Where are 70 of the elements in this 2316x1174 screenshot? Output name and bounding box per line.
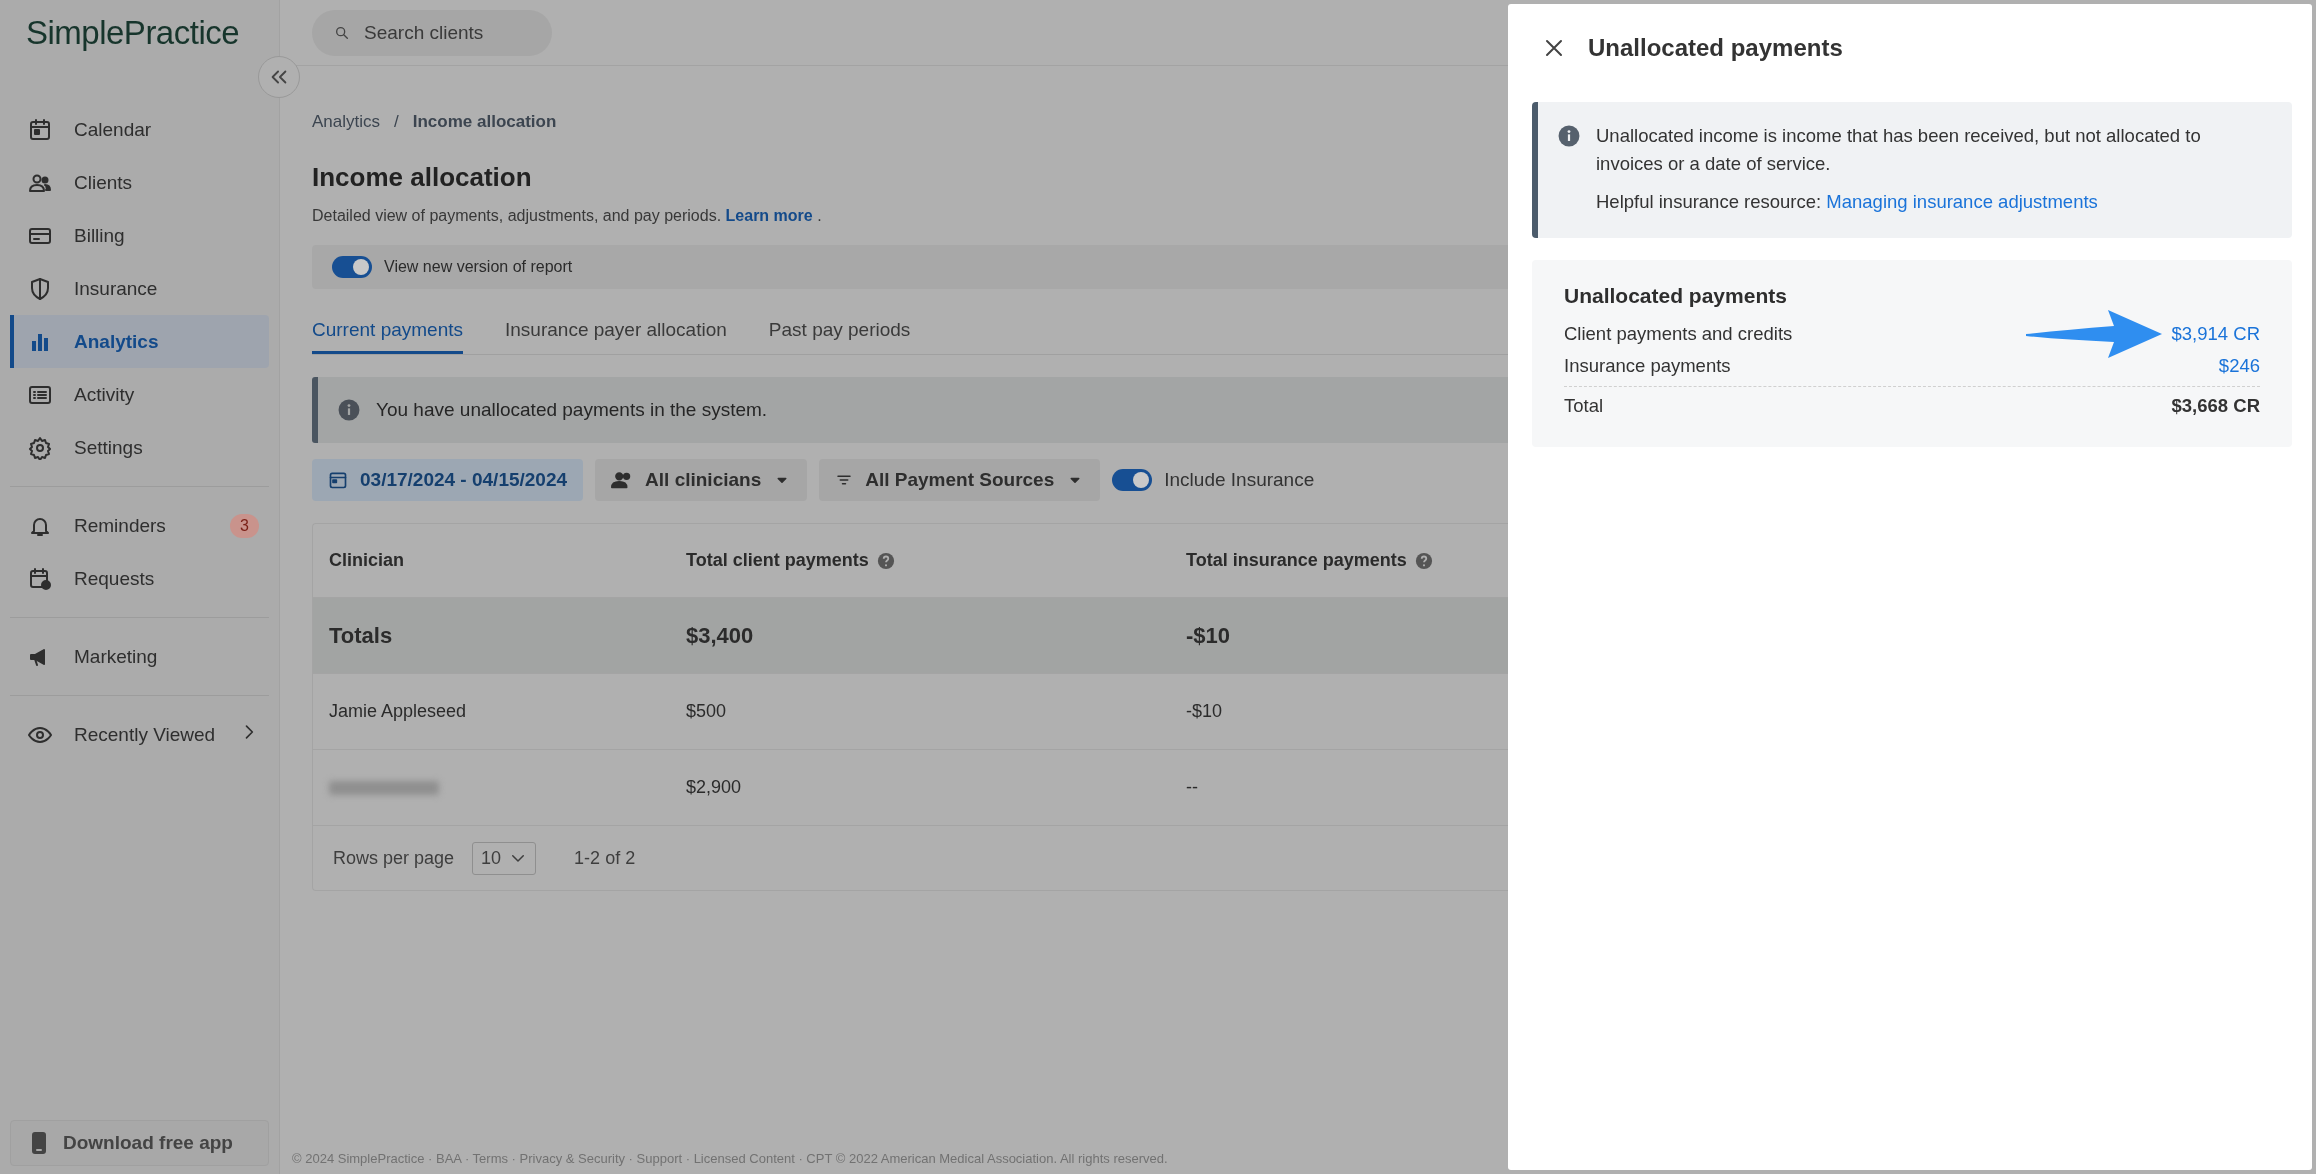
- panel-title: Unallocated payments: [1588, 34, 1843, 62]
- breadcrumb-item[interactable]: Analytics: [312, 112, 381, 132]
- download-app-button[interactable]: Download free app: [10, 1120, 269, 1166]
- search-field[interactable]: Search clients: [364, 12, 544, 53]
- calendar-icon: [328, 470, 348, 490]
- calendar-plus-icon: [28, 566, 52, 591]
- table-cell-text: --: [1186, 777, 1199, 798]
- shield-icon: [28, 276, 52, 301]
- page-range: 1-2 of 2: [574, 847, 636, 869]
- summary-label: Client payments and credits: [1564, 323, 1794, 345]
- gear-icon: [28, 435, 52, 460]
- nav-item[interactable]: Recently Viewed: [10, 708, 269, 761]
- rows-per-page-label: Rows per page: [333, 847, 455, 869]
- payment-source-filter-button[interactable]: All Payment Sources: [819, 459, 1101, 501]
- total-amount: $3,668 CR: [2171, 395, 2260, 417]
- nav-item[interactable]: Activity: [10, 368, 269, 421]
- collapse-button[interactable]: [258, 56, 300, 98]
- nav-item[interactable]: Requests: [10, 552, 269, 605]
- column-header: Clinician: [329, 550, 404, 571]
- amount-link[interactable]: $3,914 CR: [2171, 323, 2260, 345]
- help-icon[interactable]: [1414, 551, 1433, 570]
- toggle-label: View new version of report: [384, 258, 573, 276]
- search-bar[interactable]: Search clients: [312, 9, 552, 56]
- toggle-switch[interactable]: [1112, 469, 1153, 491]
- footer-text: © 2024 SimplePractice · BAA · Terms · Privacy & Security · Support · Licensed Content · CPT © 2022 American Medical Association. All rights reserved.: [292, 1151, 1169, 1166]
- help-icon[interactable]: [876, 551, 895, 570]
- resource-text: Helpful insurance resource: Managing insurance adjustments: [1596, 190, 2099, 214]
- info-icon: [1558, 125, 1580, 147]
- page-title: Income allocation: [312, 162, 533, 193]
- breadcrumb-item: Income allocation: [412, 112, 557, 132]
- nav-item[interactable]: Clients: [10, 156, 269, 209]
- nav-item[interactable]: Reminders 3: [10, 499, 269, 552]
- nav-item[interactable]: Marketing: [10, 630, 269, 683]
- breadcrumb-separator: /: [394, 112, 399, 132]
- nav-item[interactable]: Calendar: [10, 103, 269, 156]
- calendar-icon: [28, 117, 52, 142]
- nav-item[interactable]: Analytics: [10, 315, 269, 368]
- tab[interactable]: Current payments: [312, 311, 463, 354]
- summary-label: Insurance payments: [1564, 355, 1732, 377]
- rows-per-page-select[interactable]: 10: [472, 841, 537, 875]
- toggle-label: Include Insurance: [1164, 469, 1315, 491]
- toggle-switch[interactable]: [332, 256, 372, 278]
- nav-item[interactable]: Settings: [10, 421, 269, 474]
- alert-text: You have unallocated payments in the system.: [376, 399, 768, 421]
- search-icon: [334, 24, 350, 41]
- tab[interactable]: Insurance payer allocation: [505, 311, 727, 354]
- info-text: Unallocated income is income that has been received, but not allocated to invoices or a date of service.: [1596, 124, 2202, 176]
- column-header: Total client payments: [686, 550, 869, 571]
- summary-label: Total: [1564, 395, 1605, 417]
- page-description: Detailed view of payments, adjustments, and pay periods. Learn more .: [312, 207, 823, 225]
- date-range-button[interactable]: 03/17/2024 - 04/15/2024: [312, 459, 584, 501]
- logo[interactable]: SimplePractice: [10, 0, 269, 70]
- table-cell-text: Totals: [329, 622, 394, 649]
- count-badge: 3: [230, 513, 259, 538]
- table-cell-text: $2,900: [686, 777, 743, 798]
- summary-heading: Unallocated payments: [1564, 284, 1788, 308]
- nav-item[interactable]: Billing: [10, 209, 269, 262]
- tab[interactable]: Past pay periods: [768, 311, 911, 354]
- learn-more-link[interactable]: Learn more: [725, 207, 813, 224]
- table-cell-text: $500: [686, 701, 728, 722]
- nav-item[interactable]: Insurance: [10, 262, 269, 315]
- info-icon: [338, 399, 360, 421]
- table-cell-text: -$10: [1186, 701, 1224, 722]
- table-cell-text: -$10: [1186, 622, 1232, 649]
- table-cell-text: Jamie Appleseed: [329, 701, 468, 722]
- table-cell-text: $3,400: [686, 622, 755, 649]
- clinician-filter-button[interactable]: All clinicians: [595, 459, 808, 501]
- column-header: Total insurance payments: [1186, 550, 1407, 571]
- resource-link[interactable]: Managing insurance adjustments: [1826, 191, 2098, 212]
- amount-link[interactable]: $246: [2218, 355, 2260, 377]
